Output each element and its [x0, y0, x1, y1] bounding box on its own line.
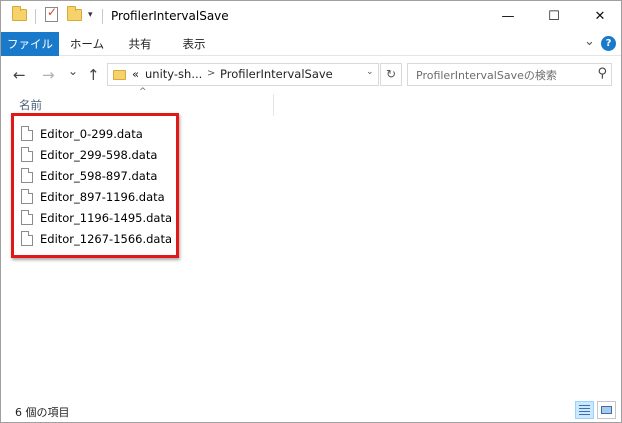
column-separator[interactable]	[273, 94, 274, 116]
recent-locations-chevron-icon[interactable]: ⌄	[68, 64, 78, 78]
sort-ascending-icon: ^	[139, 87, 147, 97]
forward-arrow-icon[interactable]: →	[42, 66, 55, 84]
address-overflow-icon[interactable]: «	[132, 67, 139, 81]
refresh-button[interactable]: ↻	[380, 63, 402, 86]
tab-share[interactable]: 共有	[117, 32, 163, 56]
breadcrumb-chevron-icon[interactable]: >	[207, 68, 215, 79]
details-view-icon	[579, 405, 590, 415]
search-icon[interactable]: ⚲	[597, 66, 607, 81]
minimize-button[interactable]: —	[485, 1, 531, 32]
quick-access-dropdown-icon[interactable]: ▾	[88, 10, 93, 20]
address-bar[interactable]: « unity-sh... > ProfilerIntervalSave ⌄	[107, 63, 379, 86]
folder-icon[interactable]	[12, 6, 27, 21]
search-placeholder: ProfilerIntervalSaveの検索	[416, 69, 557, 82]
highlight-annotation-box	[11, 113, 179, 258]
item-count-status: 6 個の項目	[15, 406, 70, 419]
new-folder-icon[interactable]	[67, 6, 82, 21]
ribbon-tabs: ファイル ホーム 共有 表示 ⌄ ?	[1, 32, 621, 56]
help-icon[interactable]: ?	[601, 36, 616, 51]
title-bar: ▾ ProfilerIntervalSave — ☐ ✕	[1, 1, 621, 32]
back-arrow-icon[interactable]: ←	[13, 66, 26, 84]
large-icons-view-icon	[601, 406, 612, 414]
close-button[interactable]: ✕	[577, 1, 622, 32]
large-icons-view-button[interactable]	[597, 401, 616, 419]
maximize-button[interactable]: ☐	[531, 1, 577, 32]
breadcrumb-profilerintervalsave[interactable]: ProfilerIntervalSave	[220, 67, 333, 81]
ribbon-expand-icon[interactable]: ⌄	[584, 34, 595, 49]
explorer-window: ▾ ProfilerIntervalSave — ☐ ✕ ファイル ホーム 共有…	[0, 0, 622, 423]
address-folder-icon	[113, 70, 126, 80]
navigation-bar: ← → ⌄ ↑ « unity-sh... > ProfilerInterval…	[1, 57, 621, 93]
quick-access-separator	[35, 9, 36, 24]
title-separator	[102, 9, 103, 24]
status-bar: 6 個の項目	[1, 399, 621, 422]
column-header-name[interactable]: 名前	[19, 97, 42, 113]
properties-icon[interactable]	[45, 5, 58, 22]
search-input[interactable]: ProfilerIntervalSaveの検索 ⚲	[407, 63, 612, 86]
up-arrow-icon[interactable]: ↑	[87, 66, 100, 84]
tab-file[interactable]: ファイル	[1, 32, 59, 56]
details-view-button[interactable]	[575, 401, 594, 419]
breadcrumb-unity-sh[interactable]: unity-sh...	[145, 67, 202, 81]
window-title: ProfilerIntervalSave	[111, 9, 229, 23]
address-dropdown-icon[interactable]: ⌄	[366, 67, 374, 77]
tab-home[interactable]: ホーム	[63, 32, 111, 56]
tab-view[interactable]: 表示	[171, 32, 217, 56]
